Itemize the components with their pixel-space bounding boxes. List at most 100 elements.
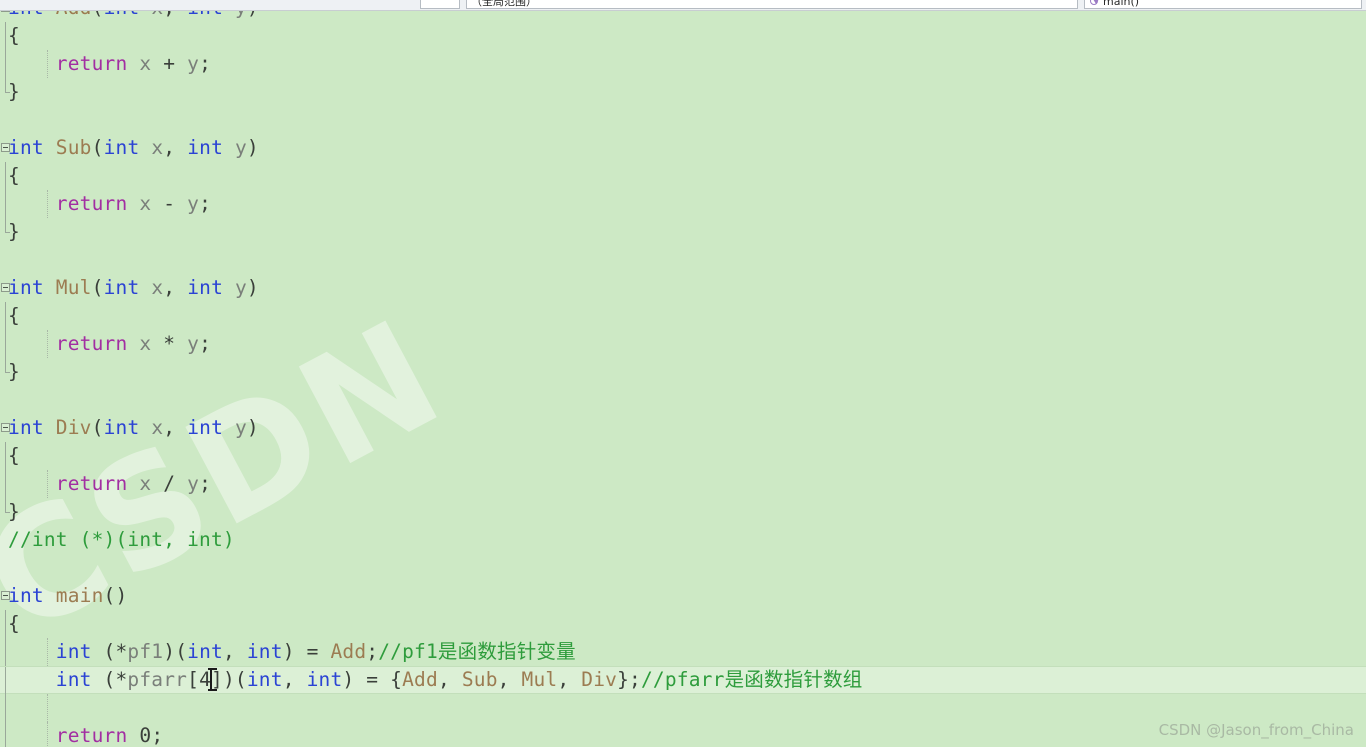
collapse-toggle-icon[interactable]: [0, 582, 11, 610]
code-line-text: int Add(int x, int y): [0, 11, 259, 22]
code-line[interactable]: {: [0, 22, 1366, 50]
code-token: int: [187, 11, 223, 19]
minus-box-icon[interactable]: [1, 591, 10, 600]
member-scope-dropdown[interactable]: （全局范围）: [466, 0, 1078, 9]
function-dropdown-label: main(): [1103, 0, 1140, 8]
code-line[interactable]: {: [0, 162, 1366, 190]
credit-watermark: CSDN @Jason_from_China: [1158, 721, 1354, 739]
collapse-toggle-icon[interactable]: [0, 134, 11, 162]
code-token: ,: [497, 668, 522, 691]
code-line[interactable]: int (*pf1)(int, int) = Add;//pf1是函数指针变量: [0, 638, 1366, 666]
code-line[interactable]: int (*pfarr[4])(int, int) = {Add, Sub, M…: [0, 666, 1366, 695]
code-line[interactable]: //int (*)(int, int): [0, 526, 1366, 554]
indent-guide: [47, 190, 48, 218]
outlining-vertical-line: [0, 694, 11, 722]
code-line[interactable]: {: [0, 610, 1366, 638]
code-token: Mul: [521, 668, 558, 691]
code-line[interactable]: return x * y;: [0, 330, 1366, 358]
code-token: /: [163, 472, 176, 495]
outline-line-icon: [5, 667, 6, 695]
code-line[interactable]: {: [0, 302, 1366, 330]
outline-line-icon: [5, 638, 6, 666]
code-token: y: [234, 276, 247, 299]
minus-box-icon[interactable]: [1, 423, 10, 432]
collapse-toggle-icon[interactable]: [0, 11, 11, 22]
code-line[interactable]: int Add(int x, int y): [0, 11, 1366, 22]
outlining-vertical-line: [0, 722, 11, 747]
code-token: x: [139, 332, 152, 355]
code-token: int: [103, 416, 140, 439]
code-token: (*: [91, 640, 128, 663]
code-token: 0: [139, 724, 152, 747]
outlining-vertical-line: [0, 190, 11, 218]
code-token: int: [8, 11, 44, 19]
code-line-text: return x + y;: [0, 50, 211, 78]
code-line[interactable]: return x / y;: [0, 470, 1366, 498]
code-line[interactable]: int Sub(int x, int y): [0, 134, 1366, 162]
code-line[interactable]: }: [0, 78, 1366, 106]
code-token: [: [187, 668, 200, 691]
code-line[interactable]: [0, 246, 1366, 274]
minus-box-icon[interactable]: [1, 11, 10, 12]
code-line[interactable]: [0, 694, 1366, 722]
code-line[interactable]: int Mul(int x, int y): [0, 274, 1366, 302]
code-line[interactable]: [0, 554, 1366, 582]
indent-guide: [47, 470, 48, 498]
code-token: (: [91, 276, 104, 299]
outline-line-icon: [5, 302, 6, 330]
code-token: Div: [581, 668, 618, 691]
minus-box-icon[interactable]: [1, 283, 10, 292]
scope-dropdown[interactable]: [420, 0, 460, 9]
outlining-vertical-line: [0, 358, 11, 386]
minus-box-icon[interactable]: [1, 143, 10, 152]
code-line[interactable]: }: [0, 218, 1366, 246]
outline-line-icon: [5, 610, 6, 638]
outlining-vertical-line: [0, 78, 11, 106]
code-token: y: [187, 192, 200, 215]
code-line[interactable]: [0, 106, 1366, 134]
code-lines-container[interactable]: int Add(int x, int y){ return x + y;}int…: [0, 11, 1366, 747]
code-token: Add: [402, 668, 438, 691]
code-line[interactable]: return x + y;: [0, 50, 1366, 78]
code-token: ;: [199, 472, 212, 495]
code-token: int: [187, 640, 223, 663]
indent-guide: [47, 638, 48, 666]
outline-line-icon: [5, 218, 10, 233]
code-line[interactable]: int main(): [0, 582, 1366, 610]
code-token: //pfarr是函数指针数组: [640, 668, 863, 691]
code-token: Add: [330, 640, 367, 663]
outline-line-icon: [5, 190, 6, 218]
code-line-text: return x * y;: [0, 330, 211, 358]
function-dropdown[interactable]: main(): [1084, 0, 1362, 9]
code-line[interactable]: {: [0, 442, 1366, 470]
code-token: return: [55, 52, 128, 75]
code-token: ;: [199, 192, 212, 215]
code-line[interactable]: }: [0, 498, 1366, 526]
collapse-toggle-icon[interactable]: [0, 274, 11, 302]
outlining-vertical-line: [0, 667, 11, 695]
code-token: return: [55, 332, 128, 355]
editor-surface[interactable]: CSDN int Add(int x, int y){ return x + y…: [0, 11, 1366, 747]
code-token: return: [55, 192, 128, 215]
code-line-text: int (*pf1)(int, int) = Add;//pf1是函数指针变量: [0, 638, 576, 666]
code-line[interactable]: }: [0, 358, 1366, 386]
code-line[interactable]: [0, 386, 1366, 414]
code-line[interactable]: return x - y;: [0, 190, 1366, 218]
code-line[interactable]: int Div(int x, int y): [0, 414, 1366, 442]
collapse-toggle-icon[interactable]: [0, 414, 11, 442]
code-token: y: [235, 11, 247, 19]
code-token: x: [151, 136, 164, 159]
code-token: };: [617, 668, 641, 691]
code-token: y: [187, 332, 200, 355]
